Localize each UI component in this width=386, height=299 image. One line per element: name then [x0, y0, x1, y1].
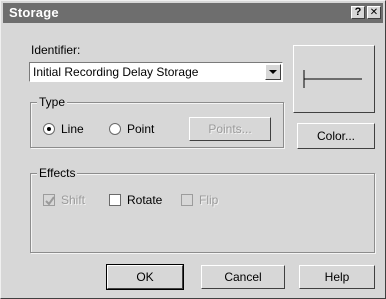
title-bar[interactable]: Storage ? ✕ — [3, 3, 383, 23]
ok-button[interactable]: OK — [106, 264, 184, 290]
points-button[interactable]: Points... — [189, 117, 271, 141]
radio-point[interactable] — [109, 123, 121, 135]
help-button[interactable]: Help — [299, 265, 375, 289]
checkbox-flip-label: Flip — [199, 193, 219, 207]
effects-group-label: Effects — [37, 166, 78, 180]
cancel-button[interactable]: Cancel — [201, 265, 285, 289]
help-icon: ? — [354, 6, 362, 18]
line-preview — [293, 45, 375, 113]
checkbox-rotate[interactable] — [109, 194, 121, 206]
window-title: Storage — [9, 5, 59, 20]
storage-dialog: Storage ? ✕ Identifier: Initial Recordin… — [0, 0, 386, 299]
identifier-value: Initial Recording Delay Storage — [33, 65, 199, 79]
color-button[interactable]: Color... — [297, 123, 375, 149]
points-button-label: Points... — [208, 122, 252, 136]
help-title-button[interactable]: ? — [351, 6, 365, 19]
checkbox-flip[interactable] — [181, 194, 193, 206]
cancel-button-label: Cancel — [224, 270, 262, 284]
close-button[interactable]: ✕ — [367, 6, 381, 19]
color-button-label: Color... — [316, 129, 355, 143]
radio-point-label[interactable]: Point — [127, 122, 154, 136]
radio-line-label[interactable]: Line — [61, 122, 84, 136]
effects-group — [30, 173, 375, 253]
identifier-label: Identifier: — [31, 43, 81, 57]
ok-button-label: OK — [136, 270, 154, 284]
chevron-down-icon — [269, 70, 277, 74]
line-style-preview-icon — [303, 70, 362, 88]
dropdown-button[interactable] — [265, 64, 281, 80]
identifier-dropdown[interactable]: Initial Recording Delay Storage — [29, 62, 283, 82]
type-group-label: Type — [37, 95, 68, 109]
radio-selected-dot — [47, 127, 51, 131]
checkmark-icon — [45, 196, 55, 206]
close-icon: ✕ — [369, 7, 379, 18]
radio-line[interactable] — [43, 123, 55, 135]
checkbox-rotate-label[interactable]: Rotate — [127, 193, 162, 207]
help-button-label: Help — [324, 270, 350, 284]
checkbox-shift[interactable] — [43, 194, 55, 206]
checkbox-shift-label: Shift — [61, 193, 86, 207]
